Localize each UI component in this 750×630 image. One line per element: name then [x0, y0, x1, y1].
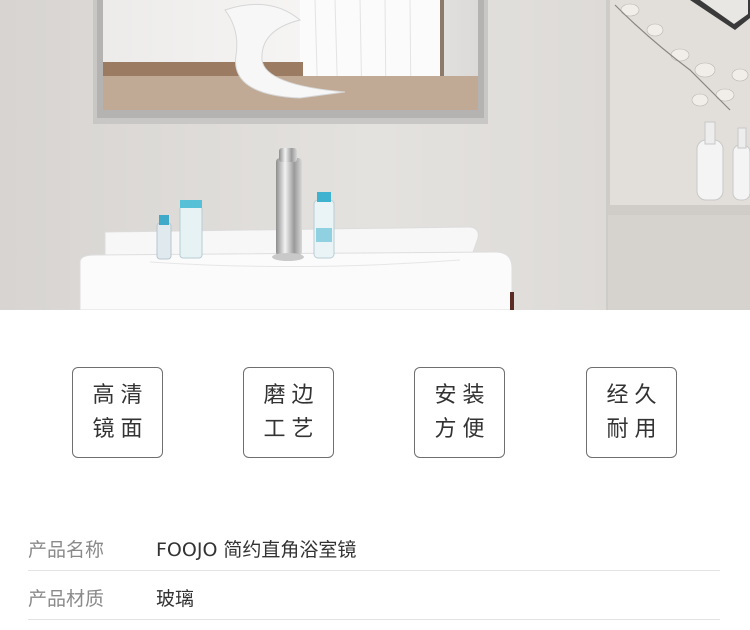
bathroom-scene-illustration	[0, 0, 750, 310]
feature-line-1: 经久	[606, 382, 663, 408]
spec-value: FOOJO 简约直角浴室镜	[156, 539, 357, 561]
feature-edge-finish: 磨边 工艺	[243, 367, 334, 458]
spec-row-material: 产品材质 玻璃	[28, 571, 720, 620]
feature-line-2: 工艺	[263, 416, 320, 442]
feature-hd-mirror: 高清 镜面	[72, 367, 163, 458]
spec-row-product-name: 产品名称 FOOJO 简约直角浴室镜	[28, 522, 720, 571]
feature-easy-install: 安装 方便	[414, 367, 505, 458]
feature-highlights: 高清 镜面 磨边 工艺 安装 方便 经久 耐用	[0, 367, 750, 460]
feature-line-2: 耐用	[606, 416, 663, 442]
spec-label: 产品名称	[28, 539, 105, 561]
spec-value: 玻璃	[156, 588, 195, 610]
feature-line-2: 方便	[434, 416, 491, 442]
feature-line-1: 安装	[434, 382, 491, 408]
product-spec-table: 产品名称 FOOJO 简约直角浴室镜 产品材质 玻璃	[28, 522, 720, 620]
feature-line-1: 高清	[92, 382, 149, 408]
feature-line-2: 镜面	[92, 416, 149, 442]
faucet-icon	[272, 148, 304, 261]
feature-line-1: 磨边	[263, 382, 320, 408]
product-photo	[0, 0, 750, 310]
feature-durable: 经久 耐用	[586, 367, 677, 458]
spec-label: 产品材质	[28, 588, 105, 610]
